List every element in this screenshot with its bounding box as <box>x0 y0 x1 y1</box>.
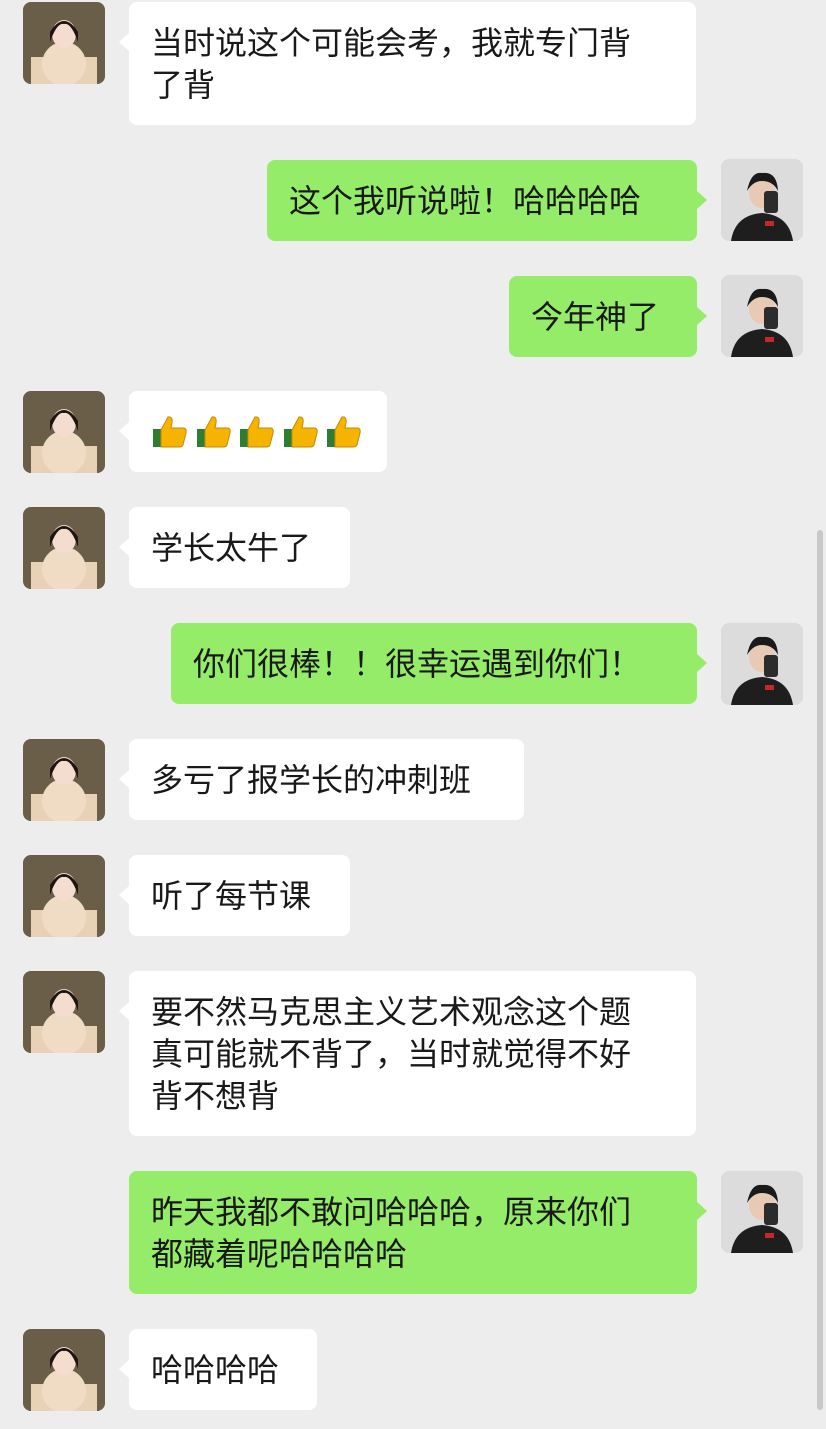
woman-portrait-avatar-icon <box>23 1329 105 1411</box>
message-text: 你们很棒！！很幸运遇到你们！ <box>193 644 642 683</box>
man-portrait-avatar-icon <box>721 623 803 705</box>
contact-avatar[interactable] <box>23 391 105 473</box>
contact-avatar[interactable] <box>23 855 105 937</box>
message-text: 学长太牛了 <box>151 528 312 567</box>
message-bubble-incoming[interactable]: 听了每节课 <box>119 855 350 936</box>
message-bubble-outgoing[interactable]: 昨天我都不敢问哈哈哈，原来你们 都藏着呢哈哈哈哈 <box>129 1171 707 1294</box>
message-bubble-outgoing[interactable]: 这个我听说啦！哈哈哈哈 <box>267 160 707 241</box>
woman-portrait-avatar-icon <box>23 2 105 84</box>
message-text: 多亏了报学长的冲刺班 <box>151 760 472 799</box>
contact-avatar[interactable] <box>23 1329 105 1411</box>
message-text: 当时说这个可能会考，我就专门背 了背 <box>151 23 632 104</box>
contact-avatar[interactable] <box>23 2 105 84</box>
man-portrait-avatar-icon <box>721 159 803 241</box>
chat-scrollbar[interactable] <box>817 530 823 1410</box>
man-portrait-avatar-icon <box>721 1171 803 1253</box>
woman-portrait-avatar-icon <box>23 971 105 1053</box>
my-avatar[interactable] <box>721 159 803 241</box>
thumbs-up-icon <box>282 329 322 535</box>
my-avatar[interactable] <box>721 275 803 357</box>
message-bubble-incoming[interactable]: 要不然马克思主义艺术观念这个题 真可能就不背了，当时就觉得不好 背不想背 <box>119 971 696 1136</box>
message-bubble-outgoing[interactable]: 你们很棒！！很幸运遇到你们！ <box>171 623 707 704</box>
message-bubble-incoming[interactable]: 哈哈哈哈 <box>119 1329 317 1410</box>
message-text: 要不然马克思主义艺术观念这个题 真可能就不背了，当时就觉得不好 背不想背 <box>151 992 632 1115</box>
my-avatar[interactable] <box>721 1171 803 1253</box>
message-text: 这个我听说啦！哈哈哈哈 <box>289 181 642 220</box>
message-bubble-incoming[interactable]: 学长太牛了 <box>119 507 350 588</box>
thumbs-up-icon <box>151 329 191 535</box>
my-avatar[interactable] <box>721 623 803 705</box>
contact-avatar[interactable] <box>23 507 105 589</box>
woman-portrait-avatar-icon <box>23 391 105 473</box>
message-text: 今年神了 <box>531 297 660 336</box>
contact-avatar[interactable] <box>23 971 105 1053</box>
woman-portrait-avatar-icon <box>23 507 105 589</box>
thumbs-up-icon <box>195 329 235 535</box>
message-text: 听了每节课 <box>151 876 312 915</box>
man-portrait-avatar-icon <box>721 275 803 357</box>
woman-portrait-avatar-icon <box>23 855 105 937</box>
message-bubble-incoming[interactable]: 当时说这个可能会考，我就专门背 了背 <box>119 2 696 125</box>
emoji-row <box>151 329 365 535</box>
contact-avatar[interactable] <box>23 739 105 821</box>
message-text: 哈哈哈哈 <box>151 1350 280 1389</box>
message-bubble-outgoing[interactable]: 今年神了 <box>509 276 707 357</box>
message-text: 昨天我都不敢问哈哈哈，原来你们 都藏着呢哈哈哈哈 <box>151 1192 632 1273</box>
message-bubble-incoming[interactable]: 多亏了报学长的冲刺班 <box>119 739 524 820</box>
thumbs-up-icon <box>238 329 278 535</box>
chat-message-list: 当时说这个可能会考，我就专门背 了背 这个我听说啦！哈哈哈哈 今年神了 学长太牛… <box>0 0 826 1429</box>
woman-portrait-avatar-icon <box>23 739 105 821</box>
message-bubble-incoming[interactable] <box>119 391 387 472</box>
thumbs-up-icon <box>325 329 365 535</box>
